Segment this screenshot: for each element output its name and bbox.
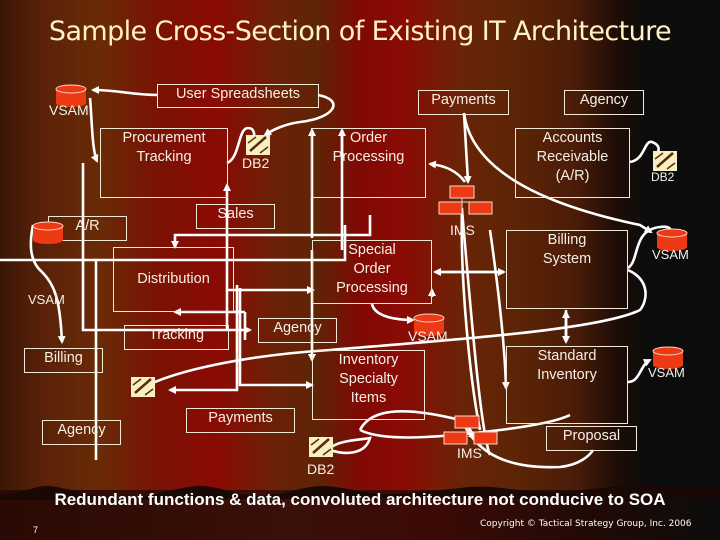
slide: Sample Cross-Section of Existing IT Arch… xyxy=(0,0,720,540)
torn-edge xyxy=(0,485,720,500)
copyright: Copyright © Tactical Strategy Group, Inc… xyxy=(480,519,692,529)
page-number: 7 xyxy=(33,525,39,535)
summary-caption: Redundant functions & data, convoluted a… xyxy=(54,490,666,509)
